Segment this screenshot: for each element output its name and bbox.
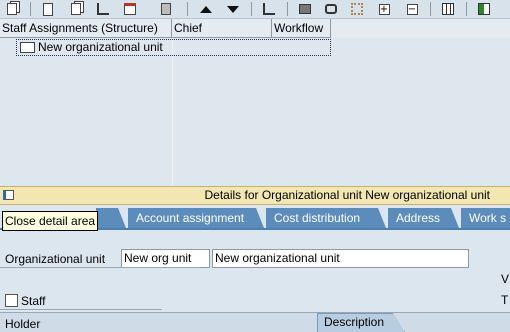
collapse-icon[interactable]: − — [404, 1, 420, 17]
create-icon[interactable] — [40, 1, 56, 17]
column-header-workflow[interactable]: Workflow — [272, 19, 331, 38]
layout-icon[interactable] — [440, 1, 456, 17]
structure-tree — [0, 38, 510, 186]
truncated-label: T — [501, 293, 509, 307]
tree-node[interactable]: New organizational unit — [16, 39, 331, 56]
toolbar-separator — [466, 2, 467, 16]
tab-account-assignment[interactable]: Account assignment — [128, 208, 264, 228]
tab-basic-data[interactable] — [96, 208, 126, 228]
expand-icon[interactable]: + — [376, 1, 392, 17]
column-header-chief[interactable]: Chief — [172, 19, 272, 38]
staff-divider — [0, 309, 162, 310]
calendar-icon[interactable] — [122, 1, 138, 17]
staff-label: Staff — [21, 294, 46, 308]
org-unit-short-field[interactable]: New org unit — [121, 249, 210, 268]
tab-work-schedule[interactable]: Work s — [461, 208, 510, 228]
detail-title-bar: Details for Organizational unit New orga… — [0, 186, 510, 205]
column-divider — [172, 38, 173, 186]
toolbar-separator — [30, 2, 31, 16]
tab-description[interactable]: Description — [317, 313, 405, 332]
staff-checkbox[interactable] — [5, 294, 18, 307]
assign-icon[interactable] — [4, 1, 20, 17]
column-header-structure[interactable]: Staff Assignments (Structure) — [0, 19, 172, 38]
columns-icon[interactable] — [476, 1, 492, 17]
toolbar-separator — [251, 2, 252, 16]
print-icon[interactable] — [297, 1, 313, 17]
toolbar-separator — [430, 2, 431, 16]
detail-title: Details for Organizational unit New orga… — [204, 188, 491, 202]
org-unit-icon — [20, 42, 35, 53]
toolbar-separator — [287, 2, 288, 16]
org-unit-label: Organizational unit — [5, 252, 106, 266]
application-toolbar: + − — [0, 0, 510, 19]
tab-cost-distribution[interactable]: Cost distribution — [266, 208, 386, 228]
holder-panel: Holder — [0, 312, 510, 332]
toolbar-separator — [187, 2, 188, 16]
copy-icon[interactable] — [68, 1, 84, 17]
tab-address[interactable]: Address — [388, 208, 459, 228]
down-icon[interactable] — [225, 1, 241, 17]
holder-label: Holder — [5, 317, 41, 331]
field-divider — [0, 267, 200, 268]
org-unit-long-field[interactable]: New organizational unit — [212, 249, 469, 268]
delete-icon[interactable] — [158, 1, 174, 17]
structure-icon[interactable] — [95, 1, 111, 17]
tree-column-header: Staff Assignments (Structure) Chief Work… — [0, 19, 510, 38]
tree-node-label: New organizational unit — [38, 40, 163, 54]
close-detail-icon[interactable] — [3, 190, 14, 200]
find-next-icon[interactable] — [349, 1, 365, 17]
hierarchy-icon[interactable] — [261, 1, 277, 17]
find-icon[interactable] — [323, 1, 339, 17]
tooltip: Close detail area — [2, 211, 99, 231]
up-icon[interactable] — [198, 1, 214, 17]
truncated-label: V — [501, 272, 510, 286]
